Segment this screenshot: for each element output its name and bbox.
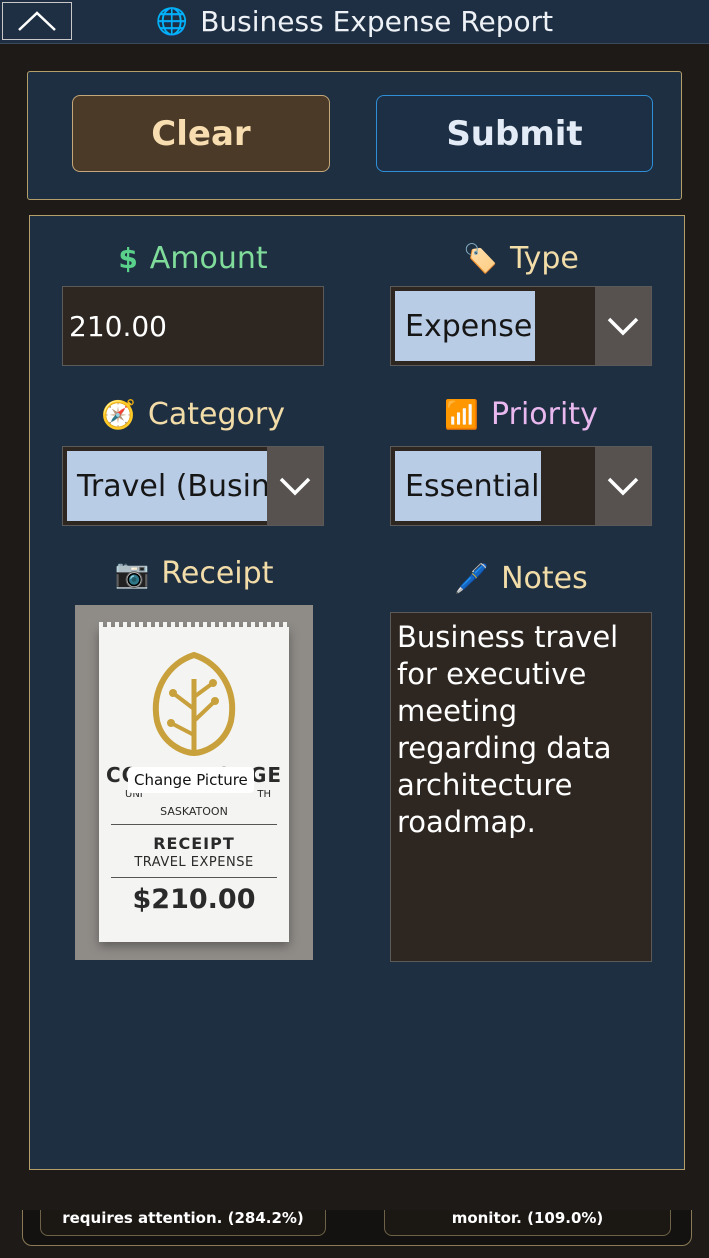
compass-icon: 🧭 xyxy=(101,397,136,431)
receipt-city: SASKATOON xyxy=(160,805,228,818)
globe-icon: 🌐 xyxy=(155,6,189,37)
tag-icon: 🏷️ xyxy=(463,241,498,275)
popup-header: 🌐 Business Expense Report xyxy=(0,0,709,44)
priority-select[interactable]: Essential xyxy=(390,446,652,526)
dollar-icon: $ xyxy=(118,241,138,275)
type-label: 🏷️ Type xyxy=(390,236,652,280)
priority-label-text: Priority xyxy=(491,396,598,432)
category-select[interactable]: Travel (Business) xyxy=(62,446,324,526)
receipt-label-text: Receipt xyxy=(161,555,274,591)
type-selected-value: Expense xyxy=(395,291,535,361)
action-panel: Clear Submit xyxy=(27,71,682,200)
chevron-up-icon xyxy=(18,11,56,31)
expense-report-popup: 🌐 Business Expense Report Clear Submit $… xyxy=(0,0,709,1210)
camera-icon: 📷 xyxy=(114,556,150,590)
receipt-torn-edge xyxy=(99,622,289,630)
popup-title: 🌐 Business Expense Report xyxy=(0,0,709,43)
collapse-button[interactable] xyxy=(2,2,72,40)
receipt-divider xyxy=(111,824,277,825)
amount-label-text: Amount xyxy=(149,240,268,276)
category-label-text: Category xyxy=(147,396,285,432)
change-picture-button[interactable]: Change Picture xyxy=(128,767,254,793)
receipt-total: $210.00 xyxy=(132,884,256,915)
category-selected-value: Travel (Business) xyxy=(67,451,267,521)
type-label-text: Type xyxy=(509,240,579,276)
chevron-down-icon xyxy=(607,317,639,336)
expense-form: $ Amount 🏷️ Type Expense 🧭 Category Trav… xyxy=(29,215,685,1170)
amount-input[interactable] xyxy=(63,287,323,365)
submit-button[interactable]: Submit xyxy=(376,95,653,172)
category-dropdown-button[interactable] xyxy=(267,447,323,525)
receipt-kind: TRAVEL EXPENSE xyxy=(134,855,254,870)
amount-label: $ Amount xyxy=(62,236,324,280)
type-select[interactable]: Expense xyxy=(390,286,652,366)
chevron-down-icon xyxy=(279,477,311,496)
receipt-divider xyxy=(111,877,277,878)
notes-textarea[interactable]: Business travel for executive meeting re… xyxy=(390,612,652,962)
signal-bars-icon: 📶 xyxy=(444,397,480,431)
priority-label: 📶 Priority xyxy=(390,392,652,436)
priority-dropdown-button[interactable] xyxy=(595,447,651,525)
notes-label: 🖊️ Notes xyxy=(390,556,652,600)
type-dropdown-button[interactable] xyxy=(595,287,651,365)
receipt-label: 📷 Receipt xyxy=(75,551,313,595)
notes-label-text: Notes xyxy=(501,560,588,596)
chevron-down-icon xyxy=(607,477,639,496)
priority-selected-value: Essential xyxy=(395,451,541,521)
pen-icon: 🖊️ xyxy=(454,561,490,595)
leaf-logo-icon xyxy=(152,651,236,757)
receipt-image[interactable]: CORTEXFORGE UNI TH SASKATOON RECEIPT TRA… xyxy=(75,605,313,960)
popup-title-text: Business Expense Report xyxy=(200,5,554,38)
amount-field[interactable] xyxy=(62,286,324,366)
clear-button[interactable]: Clear xyxy=(72,95,330,172)
category-label: 🧭 Category xyxy=(62,392,324,436)
receipt-heading: RECEIPT xyxy=(153,834,235,853)
